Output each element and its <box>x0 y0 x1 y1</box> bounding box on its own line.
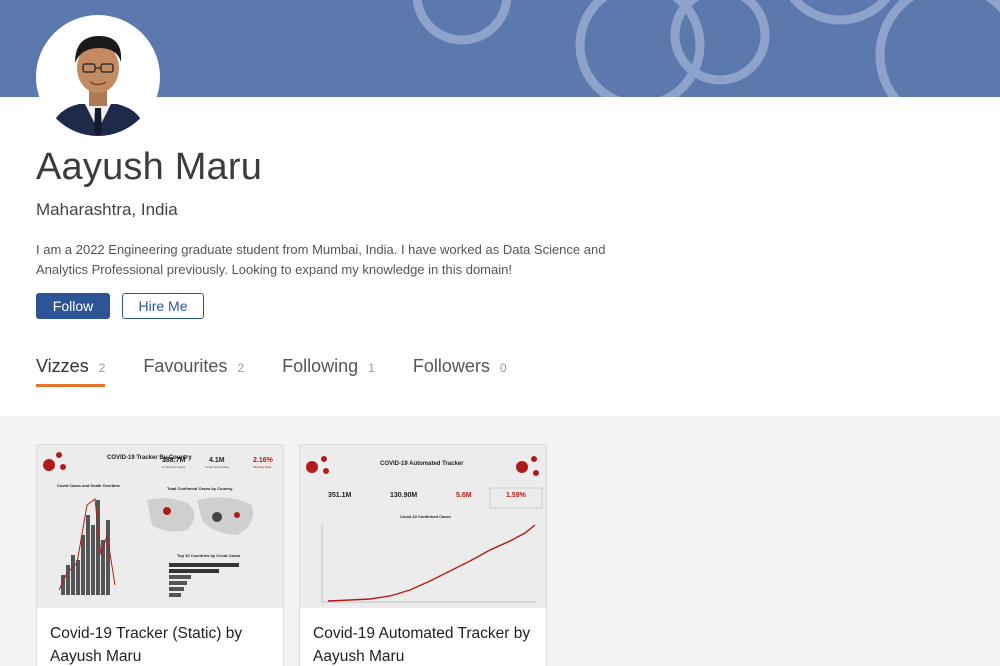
thumb-chart-title: Covid Cases and Death Overtime <box>57 483 121 488</box>
thumb-stat: 4.1M <box>209 457 225 464</box>
tab-favourites[interactable]: Favourites 2 <box>143 356 244 384</box>
thumb-stat: 188.7M <box>162 457 186 464</box>
follow-button[interactable]: Follow <box>36 293 110 319</box>
profile-bio: I am a 2022 Engineering graduate student… <box>36 242 606 277</box>
thumb-stat: 2.16% <box>253 457 274 464</box>
thumb-chart-title: Covid-19 Confirmed Cases <box>400 514 452 519</box>
thumb-stat-label: Mortality Rate <box>253 465 272 469</box>
hire-me-button[interactable]: Hire Me <box>122 293 204 319</box>
tab-following[interactable]: Following 1 <box>282 356 375 384</box>
thumb-stat: 5.6M <box>456 492 472 499</box>
tab-label: Vizzes <box>36 356 89 376</box>
viz-card-title[interactable]: Covid-19 Automated Tracker by Aayush Mar… <box>300 608 546 666</box>
tab-count: 2 <box>98 361 106 375</box>
viz-card[interactable]: COVID-19 Tracker By Country 188.7M Confi… <box>36 444 284 666</box>
avatar <box>36 15 160 139</box>
profile-name: Aayush Maru <box>36 146 263 188</box>
viz-card[interactable]: COVID-19 Automated Tracker 351.1M 130.90… <box>299 444 547 666</box>
tab-followers[interactable]: Followers 0 <box>413 356 507 384</box>
tab-count: 2 <box>237 361 245 375</box>
thumb-stat-label: Confirmed Deaths <box>205 465 230 469</box>
tab-label: Following <box>282 356 359 376</box>
thumb-stat: 1.59% <box>506 492 527 499</box>
thumb-stat: 351.1M <box>328 492 352 499</box>
viz-card-title[interactable]: Covid-19 Tracker (Static) by Aayush Maru <box>37 608 283 666</box>
tab-label: Favourites <box>143 356 228 376</box>
thumb-heading: COVID-19 Automated Tracker <box>380 461 464 467</box>
tab-label: Followers <box>412 356 490 376</box>
thumb-chart-title: Total Confirmed Cases by Country <box>167 486 233 491</box>
tab-count: 1 <box>368 361 375 375</box>
thumb-stat-label: Confirmed Cases <box>162 465 186 469</box>
thumb-chart-title: Top 10 Countries by Covid Cases <box>177 553 241 558</box>
thumb-stat: 130.90M <box>390 492 417 499</box>
viz-thumbnail[interactable]: COVID-19 Tracker By Country 188.7M Confi… <box>37 445 283 608</box>
profile-tabs: Vizzes 2 Favourites 2 Following 1 Follow… <box>36 356 545 387</box>
viz-thumbnail[interactable]: COVID-19 Automated Tracker 351.1M 130.90… <box>300 445 546 608</box>
tab-count: 0 <box>499 361 507 375</box>
tab-vizzes[interactable]: Vizzes 2 <box>36 356 106 387</box>
profile-location: Maharashtra, India <box>36 200 178 219</box>
